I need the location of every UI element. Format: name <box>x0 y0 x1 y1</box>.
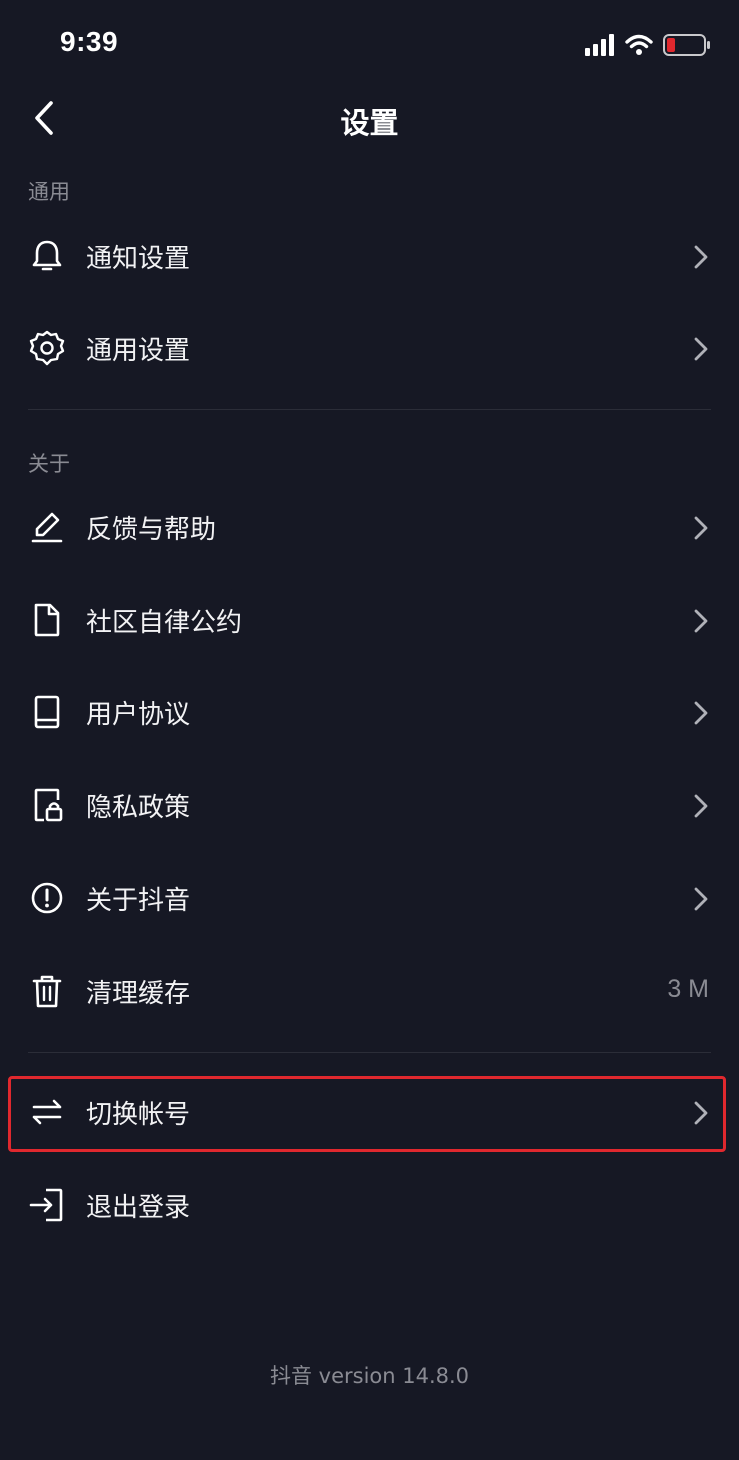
settings-item-general[interactable]: 通用设置 <box>0 304 739 396</box>
settings-item-label: 隐私政策 <box>86 793 191 823</box>
bell-icon <box>28 237 66 275</box>
settings-item-label: 清理缓存 <box>86 979 191 1009</box>
chevron-right-icon <box>693 793 709 819</box>
settings-item-label: 反馈与帮助 <box>86 515 217 545</box>
settings-item-label: 通用设置 <box>86 336 191 366</box>
status-icons <box>585 30 711 60</box>
settings-item-user-agreement[interactable]: 用户协议 <box>0 668 739 760</box>
settings-item-label: 社区自律公约 <box>86 608 243 638</box>
chevron-right-icon <box>693 244 709 270</box>
status-bar: 9:39 <box>0 0 739 90</box>
status-time: 9:39 <box>60 26 119 57</box>
divider <box>28 1052 711 1053</box>
version-text: 抖音 version 14.8.0 <box>269 1364 470 1388</box>
nav-bar: 设置 <box>0 80 739 158</box>
settings-item-notification[interactable]: 通知设置 <box>0 212 739 304</box>
settings-item-label: 退出登录 <box>86 1193 191 1223</box>
document-icon <box>28 601 66 639</box>
gear-icon <box>28 329 66 367</box>
chevron-right-icon <box>693 886 709 912</box>
book-icon <box>28 693 66 731</box>
info-circle-icon <box>28 879 66 917</box>
lock-document-icon <box>28 786 66 824</box>
settings-item-label: 关于抖音 <box>86 886 191 916</box>
chevron-right-icon <box>693 1100 709 1126</box>
chevron-right-icon <box>693 700 709 726</box>
divider <box>28 409 711 410</box>
settings-item-privacy[interactable]: 隐私政策 <box>0 761 739 853</box>
page-title: 设置 <box>340 106 399 140</box>
section-header-general: 通用 <box>28 180 70 204</box>
swap-arrows-icon <box>28 1093 66 1131</box>
battery-icon <box>663 34 711 56</box>
trash-icon <box>28 972 66 1010</box>
settings-item-label: 切换帐号 <box>86 1100 191 1130</box>
chevron-right-icon <box>693 515 709 541</box>
settings-item-about-douyin[interactable]: 关于抖音 <box>0 854 739 946</box>
section-header-about: 关于 <box>28 452 70 476</box>
settings-item-community[interactable]: 社区自律公约 <box>0 576 739 668</box>
wifi-icon <box>625 34 653 56</box>
settings-item-logout[interactable]: 退出登录 <box>0 1161 739 1253</box>
chevron-right-icon <box>693 336 709 362</box>
chevron-right-icon <box>693 608 709 634</box>
logout-icon <box>28 1186 66 1224</box>
settings-item-switch-account[interactable]: 切换帐号 <box>0 1068 739 1160</box>
cache-size-value: 3 M <box>667 975 709 1003</box>
settings-item-label: 用户协议 <box>86 700 191 730</box>
settings-item-clear-cache[interactable]: 清理缓存 3 M <box>0 947 739 1039</box>
signal-icon <box>585 34 615 56</box>
settings-item-feedback[interactable]: 反馈与帮助 <box>0 483 739 575</box>
pencil-icon <box>28 508 66 546</box>
settings-item-label: 通知设置 <box>86 244 191 274</box>
